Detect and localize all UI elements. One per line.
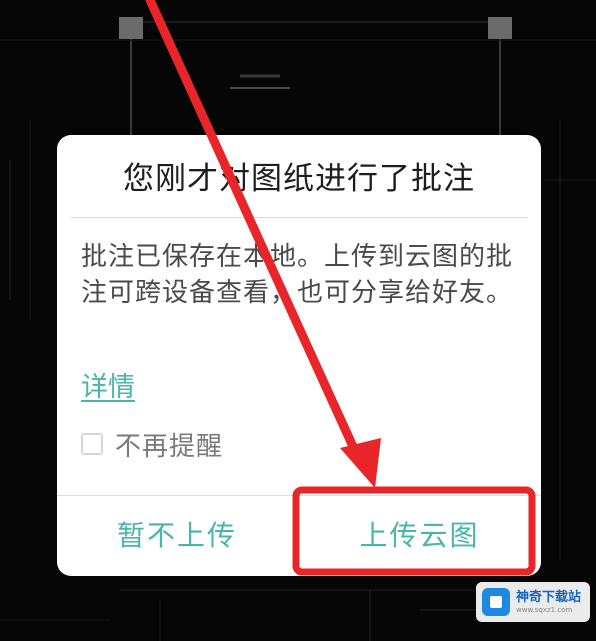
screen: 您刚才对图纸进行了批注 批注已保存在本地。上传到云图的批注可跨设备查看，也可分享…: [0, 0, 596, 641]
annotation-upload-dialog: 您刚才对图纸进行了批注 批注已保存在本地。上传到云图的批注可跨设备查看，也可分享…: [57, 135, 541, 576]
details-link[interactable]: 详情: [81, 365, 135, 404]
not-upload-button[interactable]: 暂不上传: [57, 496, 297, 576]
watermark-text: 神奇下载站 www.sqxz1.com: [516, 591, 581, 614]
dialog-message: 批注已保存在本地。上传到云图的批注可跨设备查看，也可分享给好友。: [81, 242, 514, 308]
watermark-name: 神奇下载站: [516, 589, 582, 605]
site-logo-icon: [482, 588, 510, 616]
dont-remind-checkbox[interactable]: [81, 433, 103, 455]
watermark-url: www.sqxz1.com: [516, 605, 573, 614]
site-watermark: 神奇下载站 www.sqxz1.com: [476, 582, 590, 622]
dont-remind-checkbox-row[interactable]: 不再提醒: [81, 428, 224, 462]
title-divider: [71, 217, 527, 218]
upload-cloud-button[interactable]: 上传云图: [298, 496, 541, 576]
dialog-title: 您刚才对图纸进行了批注: [123, 161, 475, 197]
dont-remind-label: 不再提醒: [115, 431, 224, 462]
